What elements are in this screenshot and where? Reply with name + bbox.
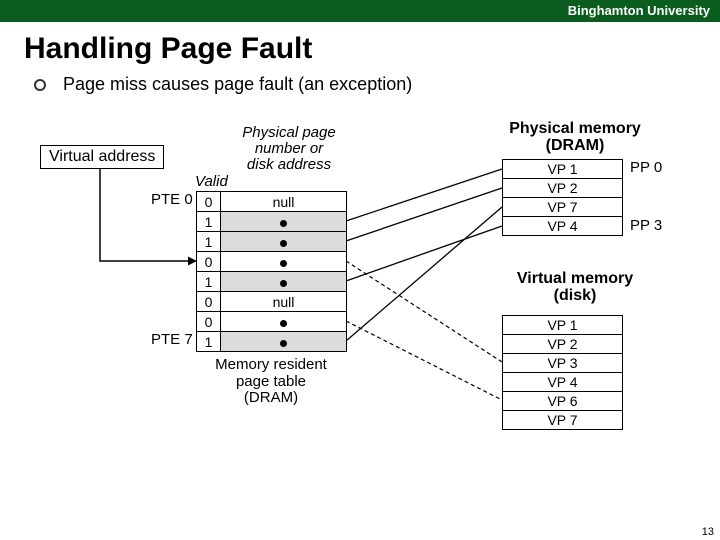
pointer-dot-icon — [280, 340, 287, 347]
page-table-header-col2: Physical page number or disk address — [214, 125, 364, 172]
pointer-dot-icon — [280, 280, 287, 287]
pointer-dot-icon — [280, 220, 287, 227]
row-label-first: PTE 0 — [151, 191, 193, 208]
page-table-row: 1 — [197, 332, 347, 352]
addr-cell — [221, 312, 347, 332]
virt-mem-cell: VP 6 — [503, 392, 623, 411]
diagram-stage: Virtual address Physical page number or … — [0, 95, 720, 505]
page-table-row: 0 — [197, 252, 347, 272]
addr-cell — [221, 272, 347, 292]
addr-cell: null — [221, 292, 347, 312]
bullet-text: Page miss causes page fault (an exceptio… — [63, 74, 412, 94]
pp0-label: PP 0 — [630, 159, 662, 176]
virt-mem-cell: VP 3 — [503, 354, 623, 373]
valid-cell: 1 — [197, 212, 221, 232]
addr-cell — [221, 332, 347, 352]
slide-title: Handling Page Fault — [24, 32, 720, 66]
pp3-label: PP 3 — [630, 217, 662, 234]
virt-mem-cell: VP 2 — [503, 335, 623, 354]
phys-mem-cell: VP 2 — [503, 179, 623, 198]
virtual-address-box: Virtual address — [40, 145, 164, 169]
valid-cell: 0 — [197, 292, 221, 312]
virtual-memory-title: Virtual memory (disk) — [500, 271, 650, 305]
pointer-dot-icon — [280, 240, 287, 247]
physical-memory-title: Physical memory (DRAM) — [500, 121, 650, 155]
valid-cell: 0 — [197, 312, 221, 332]
page-table-caption: Memory resident page table (DRAM) — [196, 357, 346, 407]
page-table-row: 0null — [197, 292, 347, 312]
pointer-dot-icon — [280, 260, 287, 267]
virtual-address-label: Virtual address — [49, 148, 155, 165]
virtual-memory-table: VP 1VP 2VP 3VP 4VP 6VP 7 — [502, 315, 623, 430]
phys-mem-cell: VP 7 — [503, 198, 623, 217]
virt-mem-cell: VP 1 — [503, 316, 623, 335]
page-table-row: 1 — [197, 272, 347, 292]
page-table-row: 1 — [197, 212, 347, 232]
bullet-ring-icon — [34, 79, 46, 91]
pointer-dot-icon — [280, 320, 287, 327]
valid-cell: 1 — [197, 232, 221, 252]
row-label-last: PTE 7 — [151, 331, 193, 348]
page-table-row: 1 — [197, 232, 347, 252]
header-bar: Binghamton University — [0, 0, 720, 22]
valid-cell: 0 — [197, 252, 221, 272]
university-name: Binghamton University — [568, 3, 710, 18]
phys-mem-cell: VP 4 — [503, 217, 623, 236]
addr-cell: null — [221, 192, 347, 212]
valid-cell: 1 — [197, 272, 221, 292]
valid-cell: 0 — [197, 192, 221, 212]
addr-cell — [221, 212, 347, 232]
page-table-header-col1: Valid — [195, 173, 228, 190]
addr-cell — [221, 232, 347, 252]
virt-mem-cell: VP 4 — [503, 373, 623, 392]
page-table-row: 0null — [197, 192, 347, 212]
bullet-row: Page miss causes page fault (an exceptio… — [34, 74, 720, 95]
phys-mem-cell: VP 1 — [503, 160, 623, 179]
valid-cell: 1 — [197, 332, 221, 352]
virt-mem-cell: VP 7 — [503, 411, 623, 430]
page-number: 13 — [702, 526, 714, 538]
addr-cell — [221, 252, 347, 272]
physical-memory-table: VP 1VP 2VP 7VP 4 — [502, 159, 623, 236]
page-table: 0null11010null01 — [196, 191, 347, 352]
page-table-row: 0 — [197, 312, 347, 332]
